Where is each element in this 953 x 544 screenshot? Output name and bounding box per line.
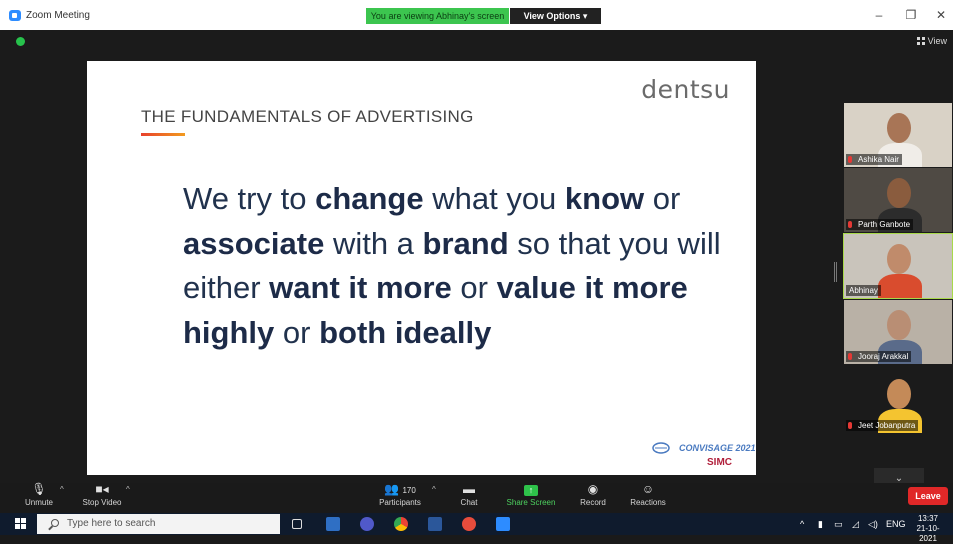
window-title-bar: Zoom Meeting You are viewing Abhinay's s… [0, 0, 953, 30]
chat-bubble-icon: ▬ [463, 482, 475, 496]
event-logo-text: CONVISAGE 2021 [679, 443, 756, 453]
volume-icon[interactable]: ◁) [868, 519, 878, 530]
shared-screen-slide: dentsu THE FUNDAMENTALS OF ADVERTISING W… [87, 61, 756, 475]
quote-text: with a [324, 225, 423, 261]
participants-button[interactable]: 👥 170 Participants [360, 482, 440, 508]
meeting-stage: View dentsu THE FUNDAMENTALS OF ADVERTIS… [0, 30, 953, 490]
search-icon [51, 519, 59, 527]
clock-date: 21-10-2021 [916, 524, 940, 543]
quote-text: We try to [183, 181, 316, 216]
participant-face [887, 178, 911, 208]
quote-emphasis: change [315, 181, 424, 216]
reactions-button[interactable]: ☺ Reactions [613, 482, 683, 508]
participant-face [887, 244, 911, 274]
tray-overflow-icon[interactable]: ^ [800, 519, 804, 529]
participant-count: 170 [402, 486, 416, 495]
video-options-caret-icon[interactable]: ^ [126, 485, 130, 494]
quote-emphasis: both ideally [319, 314, 492, 350]
network-icon[interactable]: ▭ [834, 519, 843, 530]
unmute-label: Unmute [24, 498, 53, 507]
view-options-button[interactable]: View Options ▾ [510, 8, 601, 24]
search-placeholder: Type here to search [67, 518, 156, 529]
quote-text: or [274, 314, 320, 350]
quote-text: or [451, 270, 497, 305]
brand-logo: dentsu [641, 75, 730, 104]
window-title: Zoom Meeting [26, 10, 90, 21]
participants-icon: 👥 170 [384, 482, 416, 496]
grid-icon [916, 37, 925, 45]
taskbar-clock[interactable]: 13:37 21-10-2021 [908, 514, 948, 544]
slide-title: THE FUNDAMENTALS OF ADVERTISING [141, 107, 474, 126]
title-accent-line [141, 133, 185, 136]
quote-text: or [644, 181, 681, 216]
participants-label: Participants [379, 498, 421, 507]
viewing-screen-banner: You are viewing Abhinay's screen [366, 8, 509, 24]
quote-text: what you [423, 181, 565, 216]
participant-face [887, 113, 911, 143]
zoom-app-icon [9, 10, 21, 21]
tray-mic-icon: ▮ [818, 519, 823, 529]
quote-emphasis: brand [422, 225, 509, 261]
participant-name: Jooraj Arakkal [846, 351, 912, 362]
gallery-resize-handle[interactable] [834, 262, 837, 282]
share-screen-icon: ↑ [496, 483, 566, 496]
participant-face [887, 379, 911, 409]
reactions-label: Reactions [630, 498, 666, 507]
view-layout-button[interactable]: View [916, 36, 947, 46]
teams-icon[interactable] [360, 517, 374, 531]
participant-name: Jeet Jobanputra [846, 420, 919, 431]
file-explorer-icon[interactable] [326, 517, 340, 531]
minimize-button[interactable]: – [872, 9, 886, 21]
chat-button[interactable]: ▬ Chat [434, 482, 504, 508]
participant-name: Ashika Nair [846, 154, 902, 165]
stop-video-label: Stop Video [82, 498, 122, 507]
participant-tile[interactable]: Jooraj Arakkal [844, 300, 952, 364]
record-label: Record [580, 498, 606, 507]
restore-button[interactable]: ❐ [904, 9, 918, 21]
share-screen-label: Share Screen [506, 498, 556, 507]
app-icon[interactable] [462, 517, 476, 531]
participant-name: Abhinay [846, 285, 881, 296]
task-view-icon[interactable] [292, 519, 302, 529]
muted-mic-icon [848, 353, 852, 360]
meeting-toolbar: 🎙 Unmute ^ ■◂ Stop Video ^ 👥 170 Partici… [0, 483, 953, 513]
zoom-taskbar-icon[interactable] [496, 517, 510, 531]
participant-tile[interactable]: Abhinay [843, 233, 953, 299]
participant-tile[interactable]: Parth Ganbote [844, 168, 952, 232]
close-button[interactable]: ✕ [934, 9, 948, 21]
chrome-icon[interactable] [394, 517, 408, 531]
slide-quote: We try to change what you know or associ… [183, 177, 723, 355]
quote-emphasis: want it more [269, 270, 452, 305]
org-logo-text: SIMC [707, 457, 732, 468]
share-screen-button[interactable]: ↑ Share Screen [496, 483, 566, 507]
word-icon[interactable] [428, 517, 442, 531]
participant-face [887, 310, 911, 340]
participant-tile[interactable]: Ashika Nair [844, 103, 952, 167]
participant-name: Parth Ganbote [846, 219, 914, 230]
participant-tile[interactable]: Jeet Jobanputra [844, 369, 952, 433]
taskbar-search-box[interactable]: Type here to search [37, 514, 280, 534]
quote-emphasis: know [564, 181, 645, 216]
leave-meeting-button[interactable]: Leave [908, 487, 948, 505]
muted-mic-icon [848, 422, 852, 429]
quote-emphasis: associate [183, 225, 325, 261]
view-label: View [927, 36, 947, 46]
muted-mic-icon [848, 156, 852, 163]
participant-body [878, 274, 922, 298]
muted-mic-icon [848, 221, 852, 228]
reactions-smiley-icon: ☺ [641, 482, 655, 496]
windows-taskbar: Type here to search ^ ▮ ▭ ◿ ◁) ENG 13:37… [0, 513, 953, 543]
clock-time: 13:37 [917, 514, 939, 523]
language-indicator[interactable]: ENG [886, 519, 906, 529]
audio-options-caret-icon[interactable]: ^ [60, 485, 64, 494]
battery-icon[interactable]: ◿ [852, 519, 859, 530]
encryption-shield-icon[interactable] [16, 37, 25, 46]
windows-start-icon[interactable] [15, 518, 26, 529]
chat-label: Chat [460, 498, 478, 507]
